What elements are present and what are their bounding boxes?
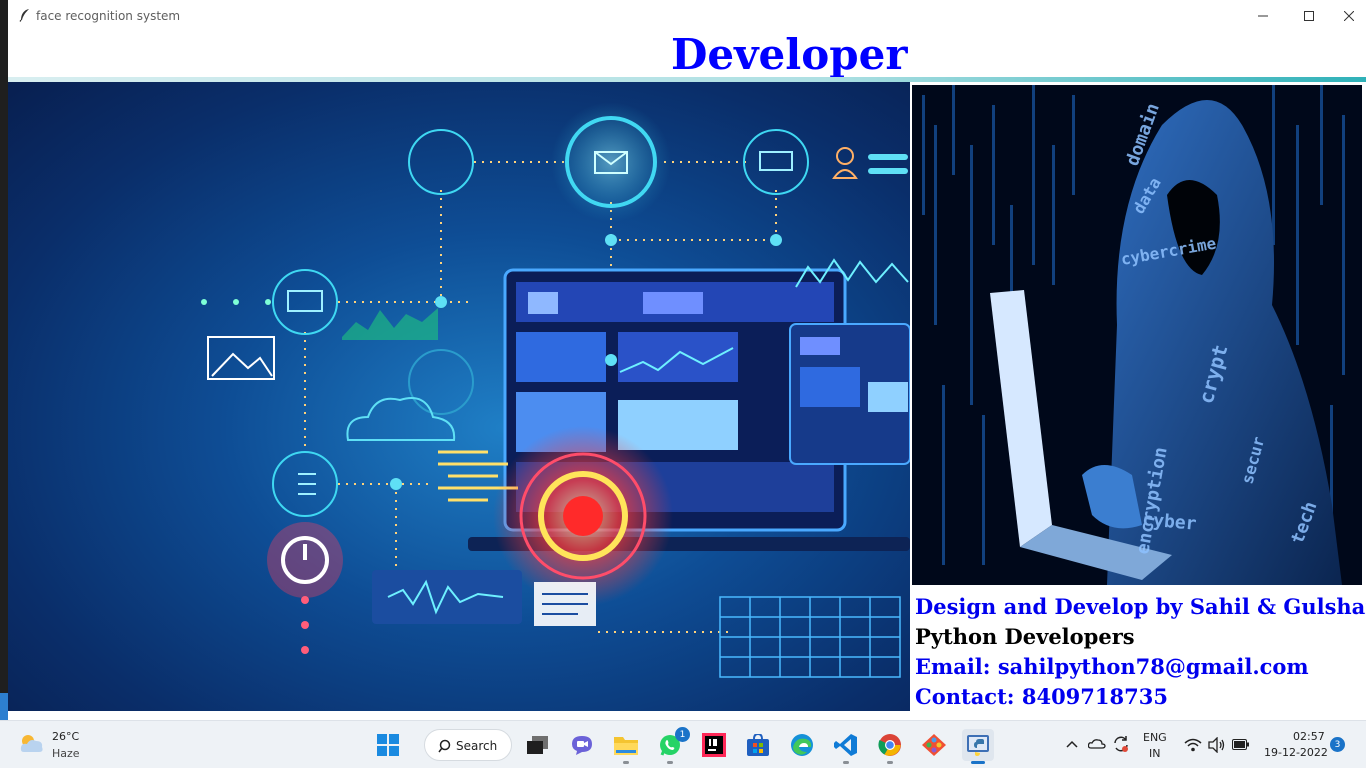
python-idle-icon <box>967 735 989 756</box>
task-view-icon <box>527 736 548 754</box>
volume-icon[interactable] <box>1208 737 1226 753</box>
app-window: face recognition system Developer domain… <box>8 0 1366 720</box>
credits-role: Python Developers <box>915 624 1135 649</box>
feather-icon <box>19 9 29 22</box>
minimize-button[interactable] <box>1240 0 1286 31</box>
start-button[interactable] <box>372 729 404 761</box>
whatsapp-button[interactable]: 1 <box>654 727 690 764</box>
battery-icon[interactable] <box>1232 739 1250 751</box>
window-title: face recognition system <box>36 9 181 23</box>
onedrive-icon[interactable] <box>1088 737 1106 749</box>
windows-start-icon <box>377 734 399 756</box>
minimize-icon <box>1258 15 1268 16</box>
close-button[interactable] <box>1332 0 1366 31</box>
clock-date[interactable]: 19-12-2022 <box>1264 746 1328 759</box>
weather-haze-icon[interactable] <box>18 732 46 756</box>
chrome-button[interactable] <box>874 729 906 764</box>
taskbar-search[interactable]: Search <box>424 729 512 761</box>
teams-chat-icon <box>572 736 592 755</box>
chrome-icon <box>878 734 901 756</box>
credits-designers: Design and Develop by Sahil & Gulshan <box>915 594 1366 619</box>
title-bar[interactable]: face recognition system <box>8 0 1366 31</box>
file-explorer-icon <box>614 737 638 755</box>
language-indicator-top[interactable]: ENG <box>1143 731 1167 744</box>
search-label: Search <box>456 739 498 753</box>
maximize-button[interactable] <box>1286 0 1332 31</box>
edge-icon <box>791 734 813 756</box>
credits-email: Email: sahilpython78@gmail.com <box>915 654 1309 679</box>
task-view-button[interactable] <box>522 729 554 761</box>
intellij-idea-icon <box>702 733 726 757</box>
wifi-icon[interactable] <box>1184 738 1202 752</box>
microsoft-store-button[interactable] <box>742 729 774 761</box>
edge-button[interactable] <box>786 729 818 761</box>
close-icon <box>1344 10 1354 21</box>
page-title: Developer <box>671 30 908 79</box>
credits-contact: Contact: 8409718735 <box>915 684 1168 709</box>
teams-chat-button[interactable] <box>566 729 598 761</box>
git-icon <box>922 734 946 756</box>
sync-icon[interactable] <box>1112 735 1130 753</box>
vscode-button[interactable] <box>830 729 862 764</box>
maximize-icon <box>1304 10 1314 21</box>
developer-credits: Design and Develop by Sahil & Gulshan Py… <box>915 592 1366 712</box>
taskbar: 26°C Haze Search 1 ENG IN 02:57 19-12-20… <box>0 720 1366 768</box>
intellij-button[interactable] <box>698 729 730 761</box>
clock-time[interactable]: 02:57 <box>1293 730 1325 743</box>
chevron-up-icon[interactable] <box>1066 739 1078 749</box>
file-explorer-button[interactable] <box>610 729 642 764</box>
background-window-edge <box>0 0 8 720</box>
microsoft-store-icon <box>747 734 769 756</box>
weather-temperature[interactable]: 26°C <box>52 730 79 743</box>
weather-condition[interactable]: Haze <box>52 747 80 760</box>
python-idle-button[interactable] <box>962 729 994 764</box>
vscode-icon <box>834 734 857 756</box>
whatsapp-badge: 1 <box>675 727 690 742</box>
notification-badge[interactable]: 3 <box>1330 737 1345 752</box>
hacker-image: domain cybercrime encryption crypt data … <box>912 85 1362 585</box>
git-button[interactable] <box>918 729 950 761</box>
search-icon <box>438 739 451 753</box>
language-indicator-bottom[interactable]: IN <box>1149 747 1160 760</box>
technology-image <box>8 82 910 711</box>
page-heading-bar: Developer <box>8 30 1366 79</box>
